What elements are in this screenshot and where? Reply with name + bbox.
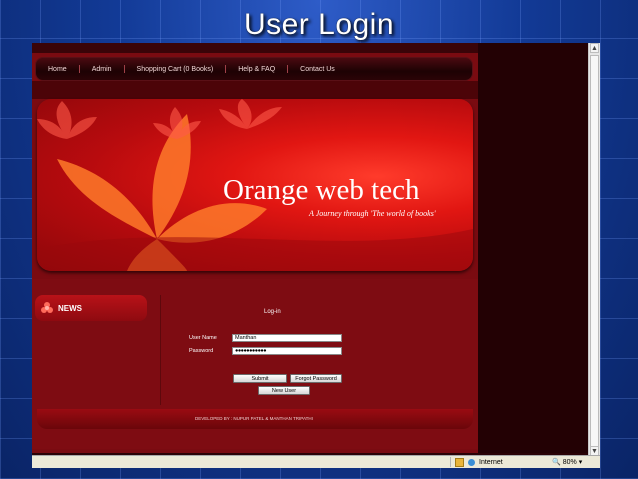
security-lock-icon: [455, 457, 464, 467]
password-input[interactable]: ●●●●●●●●●●●: [232, 347, 342, 355]
username-label: User Name: [189, 335, 217, 341]
nav-admin-link[interactable]: Admin: [80, 66, 124, 73]
browser-window: Home Admin Shopping Cart (0 Books) Help …: [32, 43, 600, 468]
submit-button[interactable]: Submit: [233, 374, 287, 383]
footer-credit: DEVELOPED BY : NUPUR PATEL & MANTHAN TRI…: [195, 416, 313, 421]
scroll-up-icon[interactable]: ▲: [590, 43, 599, 53]
header-banner: Orange web tech A Journey through 'The w…: [37, 99, 473, 271]
status-zone: Internet: [450, 457, 503, 467]
forgot-password-button[interactable]: Forgot Password: [290, 374, 342, 383]
vertical-scrollbar[interactable]: ▲ ▼: [588, 43, 600, 456]
web-page: Home Admin Shopping Cart (0 Books) Help …: [32, 43, 478, 453]
status-zone-label: Internet: [479, 458, 503, 466]
login-title: Log-in: [264, 309, 281, 315]
zoom-control[interactable]: 🔍 80% ▾: [552, 457, 582, 467]
banner-subtitle: A Journey through 'The world of books': [309, 209, 436, 218]
zoom-dropdown-icon[interactable]: ▾: [579, 458, 583, 466]
internet-globe-icon: [468, 458, 475, 466]
news-panel: NEWS: [35, 295, 147, 321]
username-input[interactable]: Manthan: [232, 334, 342, 342]
banner-title: Orange web tech: [223, 174, 420, 206]
news-flower-icon: [41, 302, 53, 313]
top-strip: [32, 43, 478, 53]
nav-contact-link[interactable]: Contact Us: [288, 66, 347, 73]
password-label: Password: [189, 348, 214, 354]
nav-help-link[interactable]: Help & FAQ: [226, 66, 287, 73]
nav-cart-link[interactable]: Shopping Cart (0 Books): [125, 66, 226, 73]
nav-home-link[interactable]: Home: [36, 66, 79, 73]
status-bar: Internet 🔍 80% ▾: [32, 455, 600, 468]
slide-title: User Login: [243, 8, 395, 41]
page-margin: [478, 43, 589, 453]
zoom-level: 80%: [562, 458, 577, 466]
nav-gap: [32, 81, 478, 99]
scroll-thumb[interactable]: [590, 55, 599, 451]
new-user-button[interactable]: New User: [258, 386, 310, 395]
nav-bar: Home Admin Shopping Cart (0 Books) Help …: [35, 57, 473, 81]
news-label: NEWS: [58, 303, 82, 313]
column-divider: [160, 295, 161, 405]
page-footer: DEVELOPED BY : NUPUR PATEL & MANTHAN TRI…: [37, 409, 473, 429]
zoom-magnifier-icon: 🔍: [552, 459, 561, 466]
